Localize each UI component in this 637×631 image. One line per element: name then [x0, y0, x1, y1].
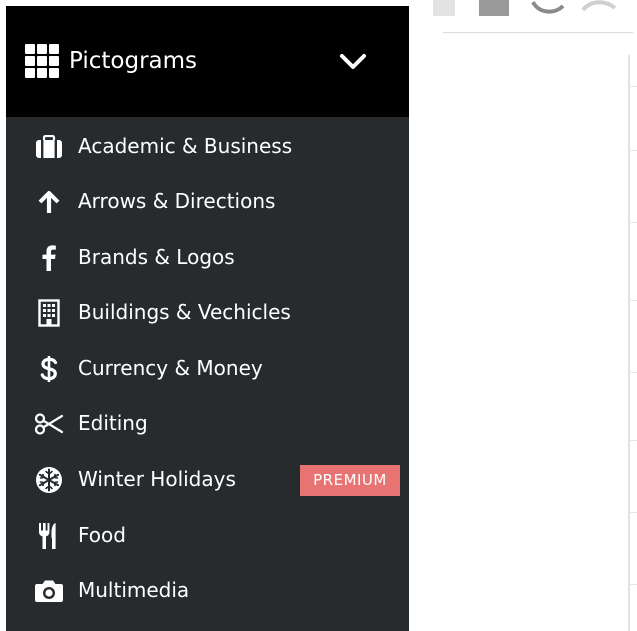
panel-title: Pictograms: [69, 48, 198, 74]
ruler-tick: [628, 512, 637, 513]
briefcase-icon: [34, 133, 64, 161]
app-window: Pictograms Academic & Business Arrows & …: [0, 0, 637, 631]
category-label: Academic & Business: [78, 134, 293, 158]
category-label: Multimedia: [78, 578, 190, 602]
ruler-tick: [628, 86, 637, 87]
camera-icon: [34, 577, 64, 605]
ruler-tick: [628, 372, 637, 373]
category-item-food[interactable]: Food: [6, 508, 409, 563]
category-item-currency-money[interactable]: Currency & Money: [6, 341, 409, 396]
premium-badge: PREMIUM: [300, 465, 400, 496]
redo-icon[interactable]: [579, 0, 619, 16]
category-item-multimedia[interactable]: Multimedia: [6, 563, 409, 618]
category-label: Arrows & Directions: [78, 189, 276, 213]
category-label: Editing: [78, 411, 148, 435]
toolbar-icon[interactable]: [479, 0, 509, 16]
fork-knife-icon: [34, 522, 64, 550]
ruler-tick: [628, 150, 637, 151]
snowflake-icon: [34, 466, 64, 494]
dollar-icon: [34, 355, 64, 383]
category-list: Academic & Business Arrows & Directions …: [6, 117, 409, 631]
ruler-tick: [628, 440, 637, 441]
category-item-brands-logos[interactable]: Brands & Logos: [6, 230, 409, 285]
category-label: Brands & Logos: [78, 245, 235, 269]
grid-icon: [25, 44, 59, 78]
arrow-up-icon: [34, 188, 64, 216]
toolbar-divider: [443, 32, 633, 33]
category-label: Currency & Money: [78, 356, 263, 380]
ruler-tick: [628, 300, 637, 301]
editor-area: [409, 0, 637, 631]
toolbar-icon[interactable]: [433, 0, 455, 16]
category-item-academic-business[interactable]: Academic & Business: [6, 119, 409, 174]
pictograms-header[interactable]: Pictograms: [6, 6, 409, 117]
canvas-edge: [628, 55, 630, 631]
facebook-icon: [34, 244, 64, 272]
category-item-arrows-directions[interactable]: Arrows & Directions: [6, 174, 409, 229]
category-item-buildings-vechicles[interactable]: Buildings & Vechicles: [6, 285, 409, 340]
chevron-down-icon[interactable]: [337, 46, 369, 78]
undo-icon[interactable]: [531, 0, 567, 16]
scissors-icon: [34, 410, 64, 438]
ruler-tick: [628, 222, 637, 223]
ruler-tick: [628, 584, 637, 585]
building-icon: [34, 299, 64, 327]
category-label: Food: [78, 523, 126, 547]
category-label: Winter Holidays: [78, 467, 236, 491]
category-item-editing[interactable]: Editing: [6, 396, 409, 451]
category-item-winter-holidays[interactable]: Winter Holidays PREMIUM: [6, 452, 409, 507]
category-label: Buildings & Vechicles: [78, 300, 291, 324]
